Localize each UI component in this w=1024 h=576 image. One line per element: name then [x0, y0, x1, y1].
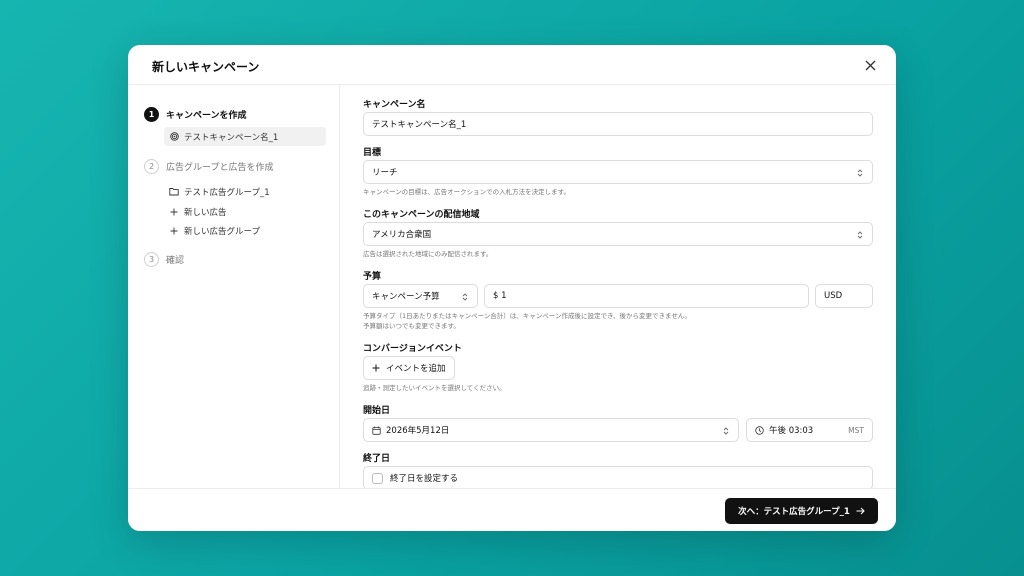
sidebar-item-new-ad[interactable]: 新しい広告	[164, 202, 235, 221]
objective-label: 目標	[363, 148, 382, 158]
region-select[interactable]: アメリカ合衆国	[363, 222, 873, 246]
region-label: このキャンペーンの配信地域	[363, 210, 480, 220]
arrow-right-icon	[856, 507, 865, 515]
sidebar-item-label: テストキャンペーン名_1	[184, 132, 279, 143]
calendar-icon	[372, 426, 381, 435]
step-number: 3	[144, 252, 159, 267]
end-date-toggle[interactable]: 終了日を設定する	[363, 466, 873, 488]
step-2[interactable]: 2 広告グループと広告を作成	[144, 159, 273, 174]
step-1[interactable]: 1 キャンペーンを作成	[144, 107, 247, 122]
new-campaign-modal: 新しいキャンペーン 1 キャンペーンを作成 テストキャンペーン名_1 2 広告グ…	[128, 45, 896, 531]
conversion-label: コンバージョンイベント	[363, 344, 462, 354]
budget-label: 予算	[363, 272, 382, 282]
start-date-select[interactable]: 2026年5月12日	[363, 418, 739, 442]
conversion-help: 追跡・測定したいイベントを選択してください。	[363, 384, 506, 392]
campaign-form: キャンペーン名 テストキャンペーン名_1 目標 リーチ キャンペーンの目標は、広…	[341, 85, 896, 488]
add-event-button[interactable]: イベントを追加	[363, 356, 455, 380]
plus-icon	[372, 364, 380, 372]
objective-value: リーチ	[372, 168, 398, 178]
budget-help-2: 予算額はいつでも変更できます。	[363, 322, 460, 330]
start-time-input[interactable]: 午後 03:03 MST	[746, 418, 873, 442]
sidebar-item-label: 新しい広告グループ	[184, 226, 260, 237]
folder-icon	[169, 187, 179, 197]
currency-select[interactable]: USD	[815, 284, 873, 308]
end-date-checkbox[interactable]	[372, 472, 383, 484]
step-number: 1	[144, 107, 159, 122]
campaign-name-label: キャンペーン名	[363, 100, 426, 110]
sidebar-item-label: テスト広告グループ_1	[184, 187, 270, 198]
objective-help: キャンペーンの目標は、広告オークションでの入札方法を決定します。	[363, 188, 571, 196]
start-date-value: 2026年5月12日	[386, 426, 450, 436]
modal-header: 新しいキャンペーン	[128, 45, 896, 85]
modal-title: 新しいキャンペーン	[152, 60, 260, 74]
budget-amount-value: $ 1	[493, 291, 507, 301]
budget-amount-input[interactable]: $ 1	[484, 284, 809, 308]
sidebar-item-label: 新しい広告	[184, 207, 227, 218]
close-button[interactable]	[862, 57, 878, 73]
close-icon	[865, 60, 875, 70]
modal-footer: 次へ：テスト広告グループ_1	[128, 488, 896, 531]
budget-help-1: 予算タイプ（1日あたりまたはキャンペーン合計）は、キャンペーン作成後に設定でき、…	[363, 312, 691, 320]
end-date-label: 終了日	[363, 454, 391, 464]
add-event-label: イベントを追加	[386, 364, 446, 374]
currency-value: USD	[824, 291, 843, 301]
target-icon	[169, 132, 179, 142]
campaign-name-value: テストキャンペーン名_1	[372, 120, 467, 130]
step-label: キャンペーンを作成	[166, 111, 247, 121]
step-3[interactable]: 3 確認	[144, 252, 184, 267]
step-number: 2	[144, 159, 159, 174]
sidebar-item-new-ad-group[interactable]: 新しい広告グループ	[164, 221, 268, 240]
plus-icon	[169, 226, 179, 236]
clock-icon	[755, 425, 764, 435]
region-help: 広告は選択された地域にのみ配信されます。	[363, 250, 493, 258]
sidebar-item-ad-group[interactable]: テスト広告グループ_1	[164, 182, 278, 201]
objective-select[interactable]: リーチ	[363, 160, 873, 184]
next-button[interactable]: 次へ：テスト広告グループ_1	[725, 498, 878, 524]
chevron-up-down-icon	[462, 293, 468, 301]
plus-icon	[169, 207, 179, 217]
chevron-up-down-icon	[857, 169, 863, 177]
start-date-label: 開始日	[363, 406, 391, 416]
start-time-value: 午後 03:03	[769, 426, 814, 436]
step-label: 確認	[166, 256, 185, 266]
chevron-up-down-icon	[857, 231, 863, 239]
next-button-label: 次へ：テスト広告グループ_1	[738, 507, 850, 517]
step-label: 広告グループと広告を作成	[166, 163, 274, 173]
timezone-label: MST	[848, 425, 864, 435]
end-date-checkbox-label: 終了日を設定する	[390, 474, 459, 484]
chevron-up-down-icon	[723, 427, 729, 435]
campaign-name-input[interactable]: テストキャンペーン名_1	[363, 112, 873, 136]
region-value: アメリカ合衆国	[372, 230, 432, 240]
budget-type-value: キャンペーン予算	[372, 292, 440, 302]
steps-sidebar: 1 キャンペーンを作成 テストキャンペーン名_1 2 広告グループと広告を作成 …	[128, 85, 340, 488]
sidebar-item-campaign[interactable]: テストキャンペーン名_1	[164, 127, 326, 146]
budget-type-select[interactable]: キャンペーン予算	[363, 284, 478, 308]
